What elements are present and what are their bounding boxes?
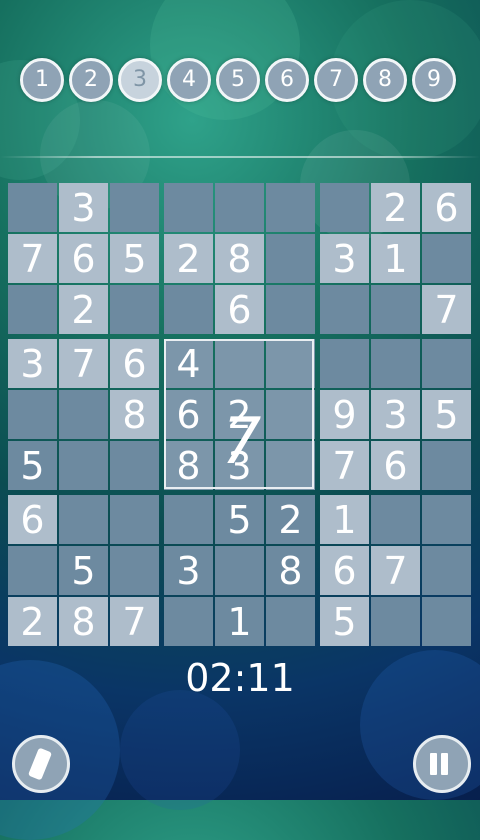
- board-cell[interactable]: 7: [320, 441, 369, 490]
- pause-button[interactable]: [413, 735, 471, 793]
- board-cell[interactable]: [164, 597, 213, 646]
- board-cell[interactable]: 5: [422, 390, 471, 439]
- board-cell[interactable]: 6: [8, 495, 57, 544]
- board-cell[interactable]: [371, 597, 420, 646]
- board-cell[interactable]: [371, 339, 420, 388]
- board-cell[interactable]: 6: [422, 183, 471, 232]
- number-button-8[interactable]: 8: [363, 58, 407, 102]
- board-cell[interactable]: [110, 441, 159, 490]
- number-button-3[interactable]: 3: [118, 58, 162, 102]
- board-cell[interactable]: [164, 285, 213, 334]
- board-cell[interactable]: 4: [164, 339, 213, 388]
- board-cell[interactable]: 7: [59, 339, 108, 388]
- board-cell[interactable]: 1: [371, 234, 420, 283]
- board-cell[interactable]: 8: [266, 546, 315, 595]
- number-selector: 123456789: [20, 58, 460, 102]
- number-button-6[interactable]: 6: [265, 58, 309, 102]
- board-cell[interactable]: 8: [164, 441, 213, 490]
- board-cell[interactable]: [8, 183, 57, 232]
- number-button-1[interactable]: 1: [20, 58, 64, 102]
- board-cell[interactable]: [371, 495, 420, 544]
- board-cell[interactable]: [266, 285, 315, 334]
- board-cell[interactable]: [422, 597, 471, 646]
- number-button-7[interactable]: 7: [314, 58, 358, 102]
- board-cell[interactable]: 2: [59, 285, 108, 334]
- board-cell[interactable]: [164, 183, 213, 232]
- board-cell[interactable]: 5: [59, 546, 108, 595]
- board-cell[interactable]: [320, 285, 369, 334]
- board-cell[interactable]: [266, 597, 315, 646]
- board-cell[interactable]: [215, 546, 264, 595]
- number-button-5[interactable]: 5: [216, 58, 260, 102]
- board-cell[interactable]: 6: [215, 285, 264, 334]
- board-cell[interactable]: 7: [110, 597, 159, 646]
- board-cell[interactable]: [8, 390, 57, 439]
- board-cell[interactable]: 3: [8, 339, 57, 388]
- number-button-4[interactable]: 4: [167, 58, 211, 102]
- board-cell[interactable]: 6: [164, 390, 213, 439]
- board-cell[interactable]: 7: [422, 285, 471, 334]
- board-cell[interactable]: 3: [215, 441, 264, 490]
- board-cell[interactable]: 1: [215, 597, 264, 646]
- board-cell[interactable]: [266, 441, 315, 490]
- board-cell[interactable]: 3: [164, 546, 213, 595]
- board-cell[interactable]: 5: [215, 495, 264, 544]
- number-button-9[interactable]: 9: [412, 58, 456, 102]
- board-cell[interactable]: 5: [110, 234, 159, 283]
- board-cell[interactable]: 7: [8, 234, 57, 283]
- board-cell[interactable]: 7: [371, 546, 420, 595]
- board-cell[interactable]: 5: [8, 441, 57, 490]
- pencil-icon: [27, 747, 53, 781]
- board-cell[interactable]: 8: [59, 597, 108, 646]
- board-cell[interactable]: [266, 234, 315, 283]
- board-cell[interactable]: 2: [215, 390, 264, 439]
- board-cell[interactable]: 2: [371, 183, 420, 232]
- board-cell[interactable]: [110, 495, 159, 544]
- board-cell[interactable]: [215, 183, 264, 232]
- board-cell[interactable]: 8: [110, 390, 159, 439]
- number-button-2[interactable]: 2: [69, 58, 113, 102]
- board-cell[interactable]: 5: [320, 597, 369, 646]
- board-cell[interactable]: 2: [266, 495, 315, 544]
- board-cell[interactable]: [110, 183, 159, 232]
- board-cell[interactable]: 6: [320, 546, 369, 595]
- board-cell[interactable]: 6: [59, 234, 108, 283]
- board-cell[interactable]: 2: [164, 234, 213, 283]
- board-cell[interactable]: [422, 339, 471, 388]
- sudoku-board: 3267652831267376486293558376652153867287…: [8, 183, 472, 647]
- board-cell[interactable]: [266, 183, 315, 232]
- board-cell[interactable]: [164, 495, 213, 544]
- board-cell[interactable]: 3: [59, 183, 108, 232]
- board-cell[interactable]: [320, 183, 369, 232]
- board-cell[interactable]: [59, 495, 108, 544]
- board-cell[interactable]: [422, 441, 471, 490]
- game-timer: 02:11: [185, 656, 295, 700]
- board-cell[interactable]: [110, 546, 159, 595]
- board-cell[interactable]: [8, 546, 57, 595]
- board-cell[interactable]: 6: [110, 339, 159, 388]
- board-cell[interactable]: [59, 441, 108, 490]
- board-cell[interactable]: 6: [371, 441, 420, 490]
- board-cell[interactable]: [320, 339, 369, 388]
- board-cell[interactable]: 8: [215, 234, 264, 283]
- board-cell[interactable]: 9: [320, 390, 369, 439]
- board-cell[interactable]: [371, 285, 420, 334]
- board-cell[interactable]: [422, 546, 471, 595]
- board-cell[interactable]: [266, 339, 315, 388]
- board-cell[interactable]: 2: [8, 597, 57, 646]
- board-cell[interactable]: 3: [320, 234, 369, 283]
- board-cell[interactable]: [8, 285, 57, 334]
- board-cell[interactable]: [266, 390, 315, 439]
- board-cell[interactable]: [215, 339, 264, 388]
- pencil-button[interactable]: [12, 735, 70, 793]
- board-cell[interactable]: [59, 390, 108, 439]
- board-cell[interactable]: [422, 234, 471, 283]
- board-cell[interactable]: 3: [371, 390, 420, 439]
- divider: [0, 156, 480, 158]
- board-cell[interactable]: 1: [320, 495, 369, 544]
- board-cell[interactable]: [422, 495, 471, 544]
- board-cell[interactable]: [110, 285, 159, 334]
